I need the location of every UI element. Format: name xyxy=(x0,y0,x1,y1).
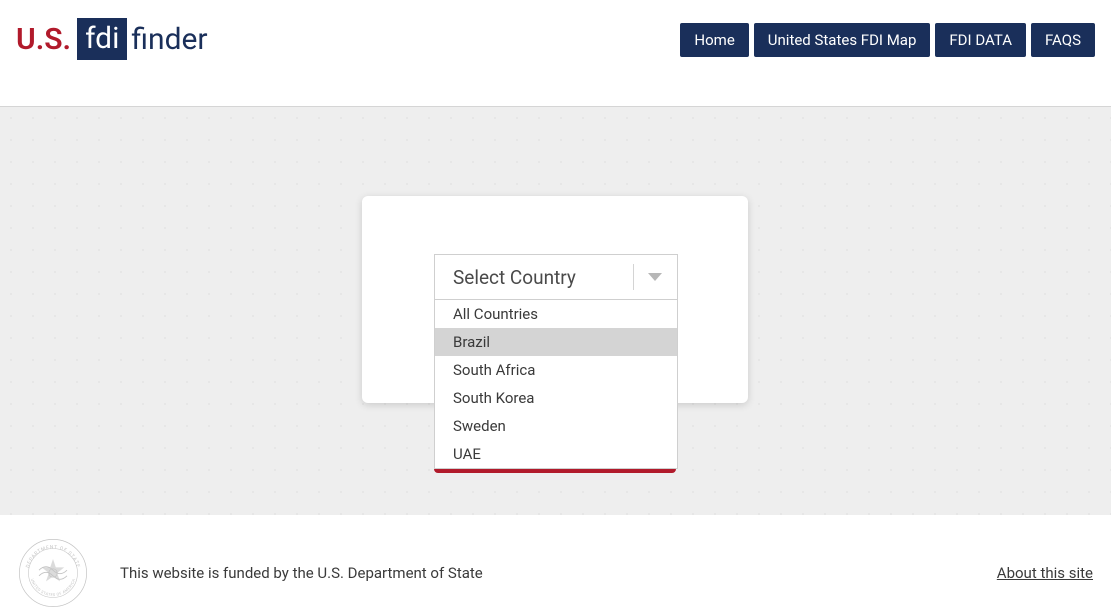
dropdown-option[interactable]: South Africa xyxy=(435,356,677,384)
nav-bar: Home United States FDI Map FDI DATA FAQS xyxy=(680,23,1095,57)
dropdown-option[interactable]: Brazil xyxy=(435,328,677,356)
svg-text:UNITED STATES OF AMERICA: UNITED STATES OF AMERICA xyxy=(30,578,76,597)
dropdown-option[interactable]: Sweden xyxy=(435,412,677,440)
nav-faqs[interactable]: FAQS xyxy=(1031,23,1095,57)
select-placeholder: Select Country xyxy=(453,266,576,289)
select-arrow-area xyxy=(633,255,662,299)
logo-fdi-box: fdi xyxy=(77,18,127,60)
nav-fdi-map[interactable]: United States FDI Map xyxy=(754,23,931,57)
dropdown-option[interactable]: South Korea xyxy=(435,384,677,412)
state-seal-icon: DEPARTMENT OF STATE UNITED STATES OF AME… xyxy=(18,538,88,608)
dropdown-option[interactable]: All Countries xyxy=(435,300,677,328)
dropdown-option[interactable]: UAE xyxy=(435,440,677,468)
country-select[interactable]: Select Country All CountriesBrazilSouth … xyxy=(434,254,678,469)
dropdown-list: All CountriesBrazilSouth AfricaSouth Kor… xyxy=(434,300,678,469)
select-divider xyxy=(633,264,634,290)
footer-funding-text: This website is funded by the U.S. Depar… xyxy=(120,564,483,582)
logo: U.S. fdi finder xyxy=(16,14,208,64)
nav-fdi-data[interactable]: FDI DATA xyxy=(935,23,1026,57)
logo-finder-text: finder xyxy=(131,22,207,57)
footer: DEPARTMENT OF STATE UNITED STATES OF AME… xyxy=(0,515,1111,613)
logo-us-text: U.S. xyxy=(16,22,71,57)
header: U.S. fdi finder Home United States FDI M… xyxy=(0,0,1111,107)
about-link[interactable]: About this site xyxy=(997,564,1093,582)
select-trigger[interactable]: Select Country xyxy=(434,254,678,300)
chevron-down-icon xyxy=(648,273,662,281)
nav-home[interactable]: Home xyxy=(680,23,748,57)
main-area: Select Country All CountriesBrazilSouth … xyxy=(0,107,1111,515)
